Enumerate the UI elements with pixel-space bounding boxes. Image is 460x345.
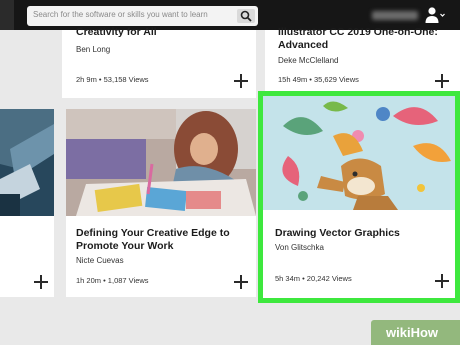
user-icon[interactable] xyxy=(424,6,446,24)
search-button[interactable] xyxy=(237,9,255,23)
course-thumbnail[interactable] xyxy=(66,109,256,216)
add-icon[interactable] xyxy=(234,275,248,289)
search-box[interactable]: Search for the software or skills you wa… xyxy=(27,6,258,26)
add-icon[interactable] xyxy=(435,74,449,88)
course-card-partial[interactable] xyxy=(0,109,54,297)
course-card-illustrator[interactable]: Illustrator CC 2019 One-on-One: Advanced… xyxy=(265,26,460,98)
course-meta: 2h 9m • 53,158 Views xyxy=(76,75,149,84)
page: Search for the software or skills you wa… xyxy=(0,0,460,345)
course-title-line2[interactable]: Promote Your Work xyxy=(76,240,173,253)
course-author: Deke McClelland xyxy=(278,56,339,65)
search-icon xyxy=(240,10,252,22)
thumbnail-photo xyxy=(66,109,256,216)
add-icon[interactable] xyxy=(234,74,248,88)
search-input[interactable]: Search for the software or skills you wa… xyxy=(33,10,208,19)
wikihow-watermark: wikiHow xyxy=(371,320,460,345)
course-meta: 1h 20m • 1,087 Views xyxy=(76,276,149,285)
add-icon[interactable] xyxy=(34,275,48,289)
thumbnail-illustration xyxy=(0,109,54,216)
course-title-line2[interactable]: Advanced xyxy=(278,39,328,52)
course-thumbnail[interactable] xyxy=(0,109,54,216)
course-title-line1[interactable]: Defining Your Creative Edge to xyxy=(76,227,230,240)
course-card-creativity[interactable]: Creativity for All Ben Long 2h 9m • 53,1… xyxy=(62,26,256,98)
course-card-creative-edge[interactable]: Defining Your Creative Edge to Promote Y… xyxy=(66,109,256,297)
watermark-text: wikiHow xyxy=(386,325,439,340)
selection-highlight xyxy=(258,91,460,303)
course-meta: 15h 49m • 35,629 Views xyxy=(278,75,359,84)
user-name-blurred[interactable] xyxy=(372,11,418,20)
course-title[interactable]: Creativity for All xyxy=(76,26,157,39)
logo[interactable] xyxy=(0,0,14,30)
chevron-down-icon xyxy=(440,13,445,17)
course-author: Nicte Cuevas xyxy=(76,256,124,265)
course-author: Ben Long xyxy=(76,45,111,54)
course-title-line1[interactable]: Illustrator CC 2019 One-on-One: xyxy=(278,26,438,39)
